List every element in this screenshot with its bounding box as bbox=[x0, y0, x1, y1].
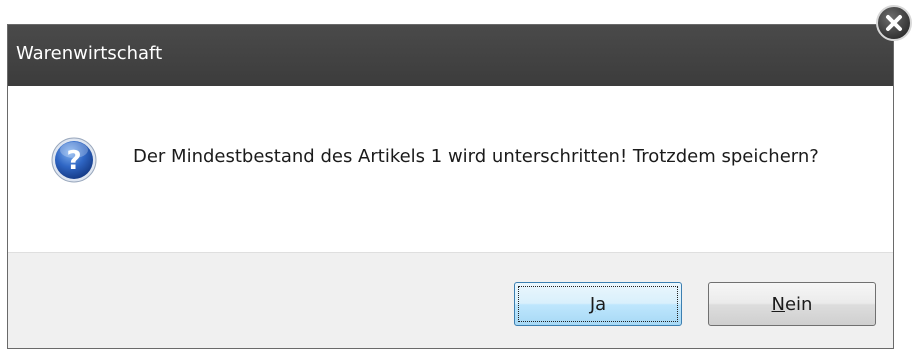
yes-label-rest: a bbox=[595, 293, 607, 315]
no-button[interactable]: Nein bbox=[708, 282, 876, 326]
yes-button-label: Ja bbox=[590, 294, 606, 315]
no-mnemonic: N bbox=[771, 293, 785, 315]
screen: Warenwirtschaft ? Der Mindestbestand des… bbox=[0, 0, 916, 354]
window-title: Warenwirtschaft bbox=[16, 43, 163, 64]
button-bar: Ja Nein bbox=[8, 252, 893, 348]
no-label-rest: ein bbox=[784, 293, 813, 315]
close-icon[interactable] bbox=[875, 4, 913, 42]
yes-button[interactable]: Ja bbox=[514, 282, 682, 326]
dialog-content: ? Der Mindestbestand des Artikels 1 wird… bbox=[8, 86, 893, 252]
question-icon: ? bbox=[51, 137, 97, 183]
svg-text:?: ? bbox=[66, 146, 81, 176]
no-button-label: Nein bbox=[772, 294, 813, 315]
title-bar[interactable]: Warenwirtschaft bbox=[8, 25, 893, 86]
message-text: Der Mindestbestand des Artikels 1 wird u… bbox=[133, 146, 819, 167]
message-dialog: Warenwirtschaft ? Der Mindestbestand des… bbox=[7, 24, 894, 349]
